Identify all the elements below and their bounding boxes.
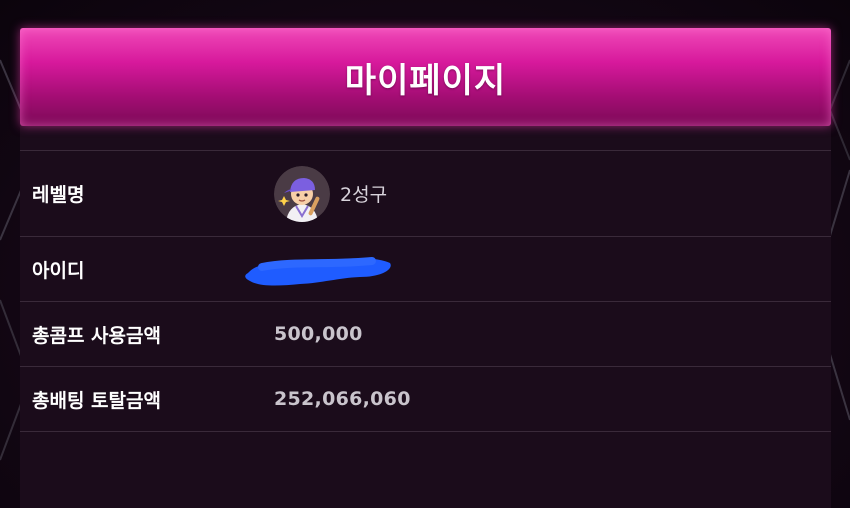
comp-usage-value: 500,000 — [274, 323, 363, 345]
user-info-table: 레벨명 2성구 아이디 총콤프 사용금액 500,000 총배팅 토탈금액 25… — [20, 150, 831, 432]
page-title: 마이페이지 — [344, 60, 507, 101]
comp-usage-row: 총콤프 사용금액 500,000 — [20, 301, 831, 366]
baseball-player-avatar-icon — [274, 165, 330, 222]
betting-total-row: 총배팅 토탈금액 252,066,060 — [20, 366, 831, 432]
comp-usage-label: 총콤프 사용금액 — [32, 324, 161, 347]
betting-total-label: 총배팅 토탈금액 — [32, 389, 161, 412]
id-row: 아이디 — [20, 236, 831, 301]
level-name-text: 2성구 — [340, 184, 388, 206]
betting-total-value: 252,066,060 — [274, 388, 411, 410]
level-label: 레벨명 — [32, 184, 85, 206]
redaction-scribble — [245, 257, 391, 286]
page-header: 마이페이지 — [20, 28, 831, 126]
id-label: 아이디 — [32, 259, 85, 282]
level-row: 레벨명 2성구 — [20, 150, 831, 236]
level-value: 2성구 — [274, 165, 388, 222]
